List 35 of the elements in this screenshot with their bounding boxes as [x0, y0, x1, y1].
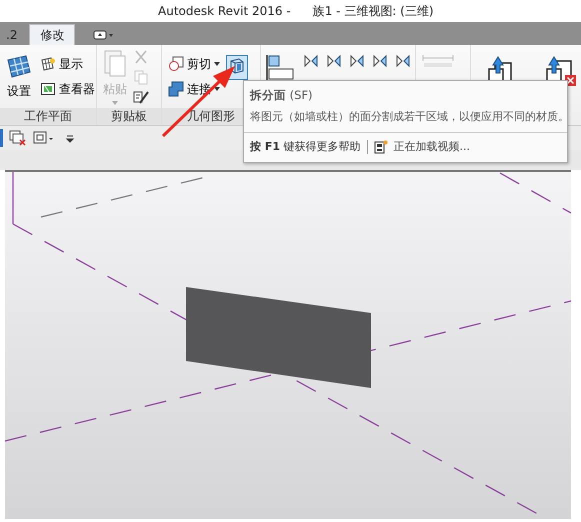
set-workplane-button[interactable]: 设置: [4, 52, 34, 102]
cut-scissors-icon: [133, 48, 149, 64]
grid-plane-icon: [6, 54, 32, 80]
reference-plane-line: [500, 172, 571, 214]
modify-tool-icon[interactable]: [326, 53, 342, 69]
match-properties-icon[interactable]: [133, 88, 149, 104]
tooltip-title: 拆分面 (SF): [248, 87, 314, 104]
cut-geometry-button[interactable]: 剪切: [166, 54, 222, 74]
cut-geometry-icon: [168, 56, 184, 72]
panel-toggle-icon: [93, 30, 116, 40]
join-geometry-icon: [168, 81, 184, 97]
document-title: 族1 - 三维视图: (三维): [312, 2, 434, 20]
window-title: Autodesk Revit 2016 -: [158, 4, 291, 18]
modify-tool-icon[interactable]: [302, 53, 319, 69]
modify-tool-icon[interactable]: [394, 53, 411, 69]
close-windows-icon[interactable]: [9, 130, 27, 146]
modify-tool-icon[interactable]: [348, 53, 365, 69]
wall-face[interactable]: [186, 287, 371, 388]
caret-icon: [112, 101, 118, 105]
viewer-button[interactable]: 查看器: [38, 80, 97, 98]
copy-icon: [133, 68, 149, 84]
panel-label: 工作平面: [0, 108, 96, 125]
grid-bulb-icon: [40, 56, 56, 72]
3d-viewport[interactable]: [5, 170, 571, 519]
viewer-icon: [40, 81, 56, 97]
video-icon: [374, 140, 388, 154]
panel-label: 剪贴板: [97, 108, 162, 125]
split-face-icon: [229, 58, 246, 74]
help-hint: 按 F1 键获得更多帮助: [250, 139, 360, 154]
clipboard-icon: [103, 48, 127, 78]
modify-tool-icon[interactable]: [372, 53, 388, 69]
ribbon-tab[interactable]: .2: [0, 24, 24, 45]
video-loading-text: 正在加载视频...: [394, 139, 470, 154]
show-button[interactable]: 显示: [38, 54, 97, 74]
ribbon-tab[interactable]: 修改: [29, 24, 76, 45]
